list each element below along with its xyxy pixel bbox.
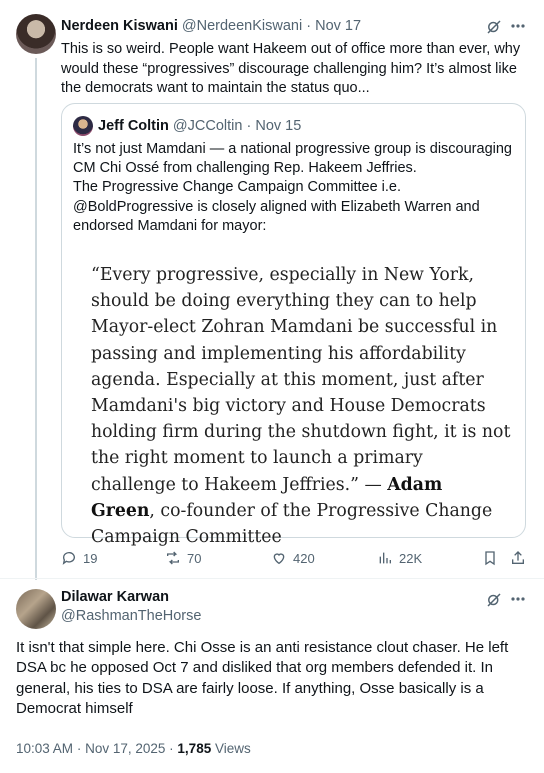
views-count: 22K (399, 550, 423, 566)
reply-author-avatar[interactable] (16, 589, 56, 629)
quoted-tweet-text-line: It’s not just Mamdani — a national progr… (73, 141, 512, 234)
like-button[interactable]: 420 (271, 550, 315, 566)
views-icon (379, 552, 391, 564)
bookmark-button[interactable] (482, 550, 498, 566)
share-icon (512, 551, 524, 564)
quote-image-text: “Every progressive, especially in New Yo… (91, 262, 511, 550)
quoted-author-name: Jeff Coltin (98, 118, 169, 134)
views-button[interactable]: 22K (377, 550, 422, 566)
author-handle[interactable]: @NerdeenKiswani (182, 18, 302, 34)
reply-icon (62, 552, 75, 565)
reply-time[interactable]: 10:03 AM (16, 741, 73, 756)
reply-meta-separator: · (169, 741, 174, 756)
reply-count: 19 (83, 550, 98, 566)
grok-icon[interactable] (485, 591, 503, 614)
reply-meta-separator: · (76, 741, 82, 756)
more-icon[interactable] (510, 590, 526, 613)
reply-text: It isn't that simple here. Chi Osse is a… (16, 639, 509, 717)
share-button[interactable] (510, 550, 526, 566)
header-separator: · (306, 18, 312, 34)
reply-metadata: 10:03 AM · Nov 17, 2025 · 1,785 Views (16, 740, 251, 758)
reply-author-handle[interactable]: @RashmanTheHorse (61, 607, 201, 626)
divider (0, 578, 544, 579)
repost-icon (167, 551, 179, 565)
grok-icon[interactable] (485, 18, 503, 41)
author-name[interactable]: Nerdeen Kiswani (61, 18, 178, 34)
reply-views-label: Views (214, 741, 251, 756)
reply-views-count: 1,785 (177, 741, 212, 756)
repost-count: 70 (187, 550, 202, 566)
reply-author-name[interactable]: Dilawar Karwan (61, 588, 169, 607)
like-count: 420 (293, 550, 315, 566)
repost-button[interactable]: 70 (165, 550, 201, 566)
tweet-header: Nerdeen Kiswani @NerdeenKiswani · Nov 17 (61, 17, 361, 36)
more-icon[interactable] (510, 17, 526, 40)
reply-date[interactable]: Nov 17, 2025 (85, 741, 165, 756)
reply-button[interactable]: 19 (61, 550, 97, 566)
tweet-date[interactable]: Nov 17 (315, 18, 361, 34)
thread-line (35, 58, 37, 580)
tweet-text: This is so weird. People want Hakeem out… (61, 41, 521, 96)
quote-attribution-rest: , co-founder of the Progressive Change C… (91, 500, 493, 548)
heart-icon (273, 553, 285, 565)
quoted-author-handle: @JCColtin (172, 118, 243, 134)
quoted-tweet-date: Nov 15 (255, 118, 302, 134)
bookmark-icon (485, 551, 495, 566)
author-avatar[interactable] (16, 14, 56, 54)
quoted-tweet-header: Jeff Coltin @JCColtin · Nov 15 (98, 117, 301, 136)
quoted-author-avatar (73, 116, 93, 136)
quoted-tweet-text: It’s not just Mamdani — a national progr… (73, 140, 518, 236)
quoted-header-separator: · (246, 118, 252, 134)
quote-main: “Every progressive, especially in New Yo… (91, 265, 511, 495)
